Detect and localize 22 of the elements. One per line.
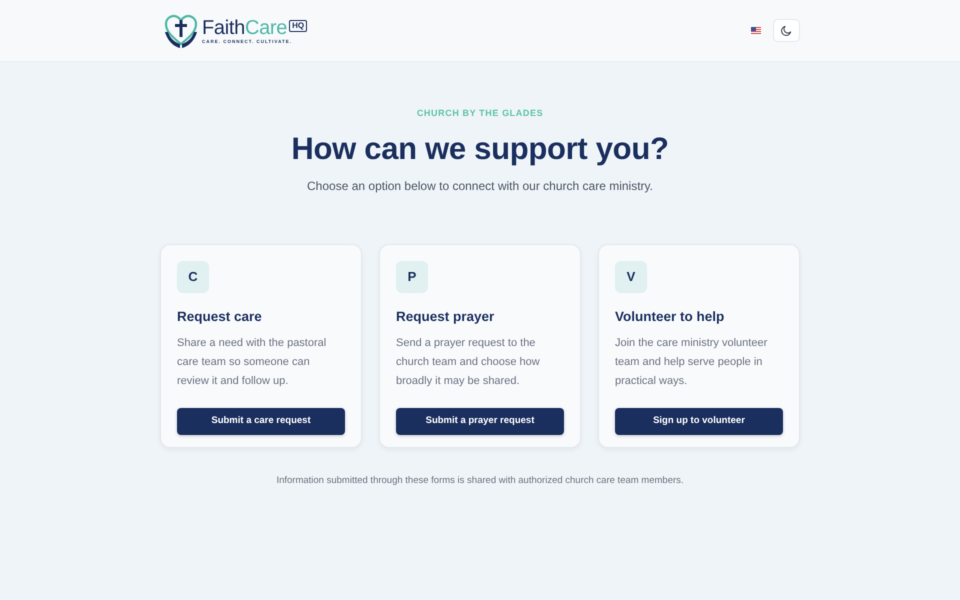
card-description: Send a prayer request to the church team and choose how broadly it may be shared. — [396, 336, 541, 389]
card-description: Share a need with the pastoral care team so someone can review it and follow up. — [177, 336, 328, 389]
heart-cross-hands-logo-icon — [163, 12, 199, 48]
page-title: How can we support you? — [291, 130, 669, 168]
card-title: Volunteer to help — [615, 308, 726, 326]
card-action-button[interactable]: Submit a prayer request — [396, 408, 564, 435]
card-action-button[interactable]: Submit a care request — [177, 408, 345, 435]
page-subtitle: Choose an option below to connect with our church care ministry. — [307, 178, 653, 194]
flag-icon[interactable] — [751, 27, 761, 34]
logo-wordmark: FaithCare — [202, 16, 288, 38]
logo-badge: HQ — [289, 20, 308, 32]
card-action-button[interactable]: Sign up to volunteer — [615, 408, 783, 435]
privacy-note: Information submitted through these forms is shared with authorized church care team members. — [276, 475, 684, 487]
letter-tile: V — [615, 261, 647, 293]
card-description: Join the care ministry volunteer team and help serve people in practical ways. — [615, 336, 768, 389]
card-title: Request prayer — [396, 308, 496, 326]
theme-toggle-button[interactable] — [773, 19, 800, 42]
moon-icon — [781, 25, 792, 36]
eyebrow-text: CHURCH BY THE GLADES — [416, 107, 544, 119]
letter-tile: P — [396, 261, 428, 293]
letter-tile: C — [177, 261, 209, 293]
card-title: Request care — [177, 308, 263, 326]
